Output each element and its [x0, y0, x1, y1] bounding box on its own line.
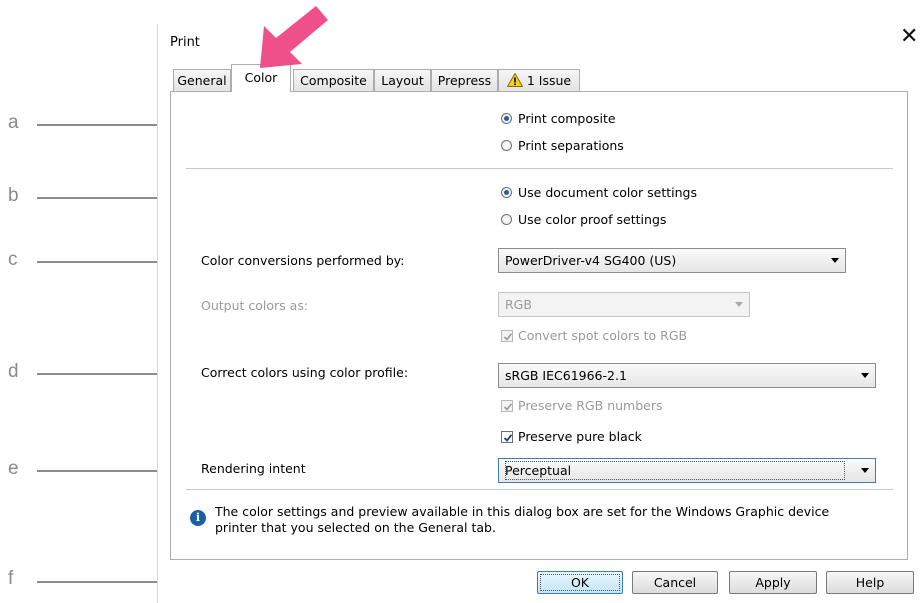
ok-button[interactable]: OK: [537, 571, 623, 594]
callout-line-e: [37, 470, 174, 472]
use-proof-color-label[interactable]: Use color proof settings: [518, 212, 666, 227]
print-separations-label[interactable]: Print separations: [518, 138, 624, 153]
dialog-left-edge: [157, 24, 158, 603]
output-colors-select[interactable]: RGB: [498, 292, 750, 317]
conversions-value: PowerDriver-v4 SG400 (US): [505, 253, 677, 268]
cancel-button[interactable]: Cancel: [632, 571, 718, 594]
callout-a: a: [8, 112, 19, 133]
chevron-down-icon: [861, 373, 869, 378]
rendering-intent-select[interactable]: Perceptual: [498, 458, 876, 483]
help-button[interactable]: Help: [826, 571, 914, 594]
output-colors-label: Output colors as:: [201, 298, 309, 313]
divider: [186, 489, 893, 490]
convert-spot-label[interactable]: Convert spot colors to RGB: [518, 328, 687, 343]
callout-e: e: [8, 458, 19, 479]
chevron-down-icon: [861, 468, 869, 473]
callout-line-c: [37, 261, 174, 263]
tab-general[interactable]: General: [173, 69, 231, 91]
rendering-intent-label: Rendering intent: [201, 461, 306, 476]
convert-spot-checkbox[interactable]: [501, 330, 513, 342]
use-proof-color-radio[interactable]: [501, 214, 512, 225]
callout-f: f: [8, 568, 14, 589]
conversions-label: Color conversions performed by:: [201, 253, 405, 268]
callout-c: c: [8, 249, 18, 270]
print-separations-radio[interactable]: [501, 140, 512, 151]
tab-layout[interactable]: Layout: [374, 69, 431, 91]
pointer-arrow-icon: [260, 6, 328, 68]
conversions-select[interactable]: PowerDriver-v4 SG400 (US): [498, 248, 846, 273]
use-document-color-radio[interactable]: [501, 187, 512, 198]
rendering-intent-value: Perceptual: [505, 461, 845, 480]
print-composite-radio[interactable]: [501, 113, 512, 124]
callout-b: b: [8, 185, 19, 206]
color-profile-select[interactable]: sRGB IEC61966-2.1: [498, 363, 876, 388]
color-profile-label: Correct colors using color profile:: [201, 365, 409, 380]
preserve-rgb-label[interactable]: Preserve RGB numbers: [518, 398, 663, 413]
info-text: The color settings and preview available…: [215, 504, 830, 535]
preserve-black-checkbox[interactable]: [501, 431, 513, 443]
preserve-rgb-checkbox[interactable]: [501, 400, 513, 412]
dialog-title: Print: [170, 35, 200, 50]
warning-icon: [506, 72, 524, 87]
callout-line-d: [37, 373, 174, 375]
focus-ring: [540, 574, 620, 591]
tab-issues-label: 1 Issue: [526, 73, 572, 88]
apply-button[interactable]: Apply: [729, 571, 817, 594]
print-composite-label[interactable]: Print composite: [518, 111, 616, 126]
output-colors-value: RGB: [505, 297, 532, 312]
info-icon: i: [190, 510, 206, 526]
chevron-down-icon: [831, 258, 839, 263]
divider: [186, 168, 893, 169]
color-profile-value: sRGB IEC61966-2.1: [505, 368, 627, 383]
tab-issues[interactable]: 1 Issue: [498, 69, 580, 91]
tab-prepress[interactable]: Prepress: [431, 69, 498, 91]
preserve-black-label[interactable]: Preserve pure black: [518, 429, 642, 444]
close-icon[interactable]: ✕: [900, 26, 918, 48]
use-document-color-label[interactable]: Use document color settings: [518, 185, 697, 200]
callout-d: d: [8, 361, 19, 382]
chevron-down-icon: [735, 302, 743, 307]
